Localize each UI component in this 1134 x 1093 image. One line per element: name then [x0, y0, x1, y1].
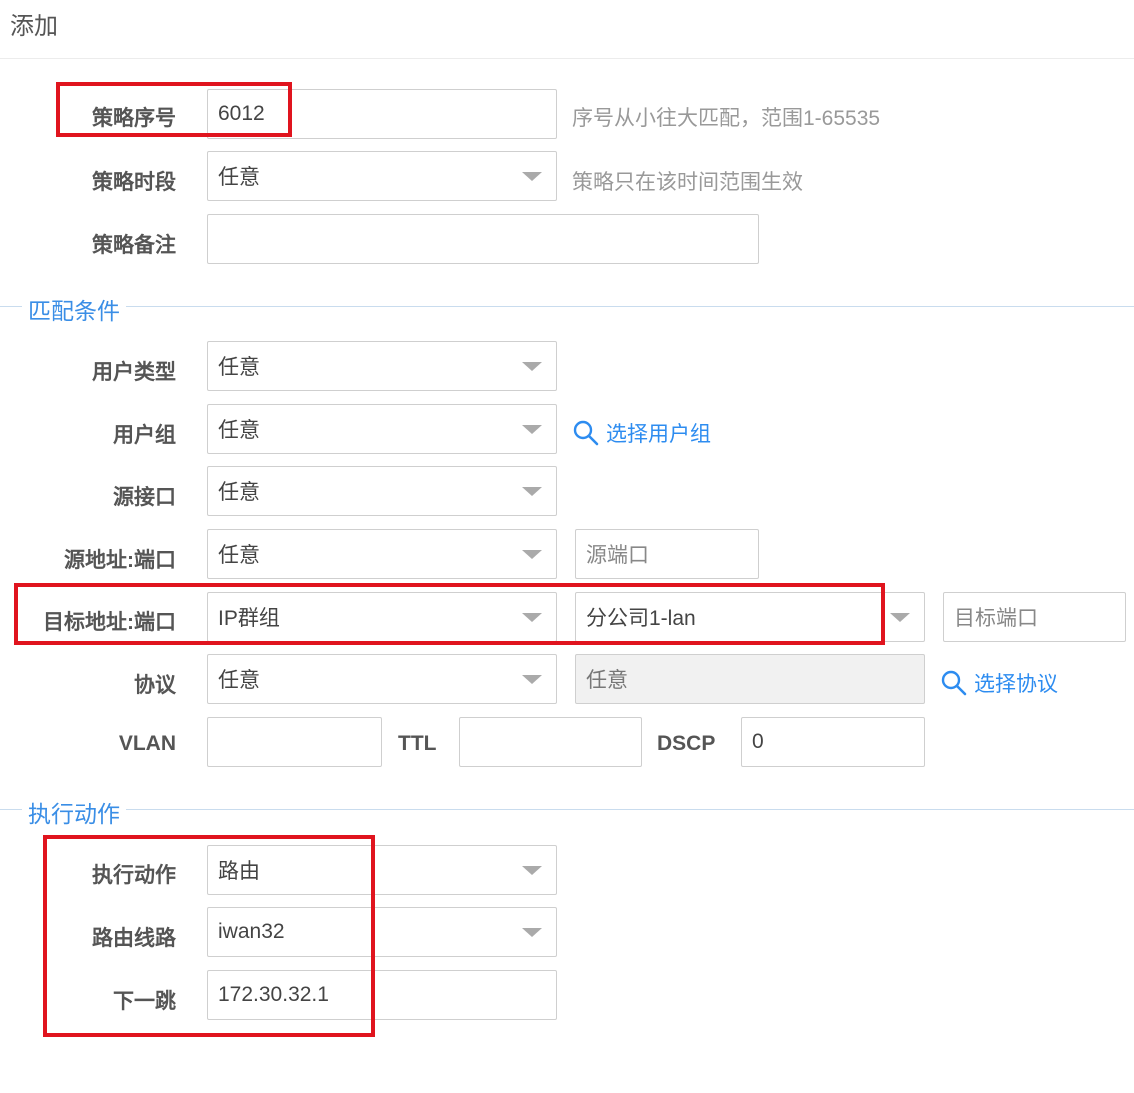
caret-down-icon [522, 425, 542, 434]
user-type-value: 任意 [218, 356, 260, 379]
policy-period-hint: 策略只在该时间范围生效 [572, 171, 803, 194]
protocol-label: 协议 [134, 674, 176, 697]
user-group-select[interactable]: 任意 [207, 404, 557, 454]
highlight-box-action [43, 835, 375, 1037]
protocol-detail-value: 任意 [586, 669, 628, 692]
dscp-label: DSCP [657, 732, 716, 755]
caret-down-icon [522, 172, 542, 181]
user-type-select[interactable]: 任意 [207, 341, 557, 391]
policy-period-label: 策略时段 [92, 171, 176, 194]
policy-remark-label: 策略备注 [92, 234, 176, 257]
dscp-value: 0 [752, 730, 764, 753]
src-addr-select[interactable]: 任意 [207, 529, 557, 579]
caret-down-icon [522, 487, 542, 496]
src-port-placeholder: 源端口 [586, 544, 649, 567]
caret-down-icon [522, 550, 542, 559]
match-section-divider [0, 306, 1134, 307]
caret-down-icon [522, 675, 542, 684]
vlan-input[interactable] [207, 717, 382, 767]
ttl-label: TTL [398, 732, 437, 755]
caret-down-icon [522, 866, 542, 875]
action-section-title: 执行动作 [22, 795, 126, 829]
highlight-box-dst-addr [14, 583, 885, 645]
action-section-divider [0, 809, 1134, 810]
dst-port-input[interactable]: 目标端口 [943, 592, 1126, 642]
protocol-detail-input: 任意 [575, 654, 925, 704]
user-group-label: 用户组 [113, 424, 176, 447]
user-type-label: 用户类型 [92, 361, 176, 384]
magnifier-icon [573, 420, 599, 446]
caret-down-icon [890, 613, 910, 622]
src-iface-value: 任意 [218, 481, 260, 504]
src-iface-select[interactable]: 任意 [207, 466, 557, 516]
dscp-input[interactable]: 0 [741, 717, 925, 767]
policy-period-value: 任意 [218, 166, 260, 189]
src-addr-label: 源地址:端口 [64, 549, 176, 572]
match-section-title: 匹配条件 [22, 292, 126, 326]
select-user-group-text: 选择用户组 [606, 423, 711, 446]
ttl-input[interactable] [459, 717, 642, 767]
user-group-value: 任意 [218, 419, 260, 442]
policy-seq-hint: 序号从小往大匹配，范围1-65535 [572, 107, 881, 130]
dialog-title: 添加 [10, 13, 58, 40]
src-port-input[interactable]: 源端口 [575, 529, 759, 579]
protocol-select[interactable]: 任意 [207, 654, 557, 704]
policy-remark-input[interactable] [207, 214, 759, 264]
caret-down-icon [522, 362, 542, 371]
vlan-label: VLAN [118, 732, 176, 755]
select-protocol-link[interactable]: 选择协议 [940, 668, 1058, 698]
magnifier-icon [941, 670, 967, 696]
src-iface-label: 源接口 [113, 486, 176, 509]
protocol-value: 任意 [218, 669, 260, 692]
policy-period-select[interactable]: 任意 [207, 151, 557, 201]
caret-down-icon [522, 928, 542, 937]
header-divider [0, 58, 1134, 59]
dst-port-placeholder: 目标端口 [954, 607, 1038, 630]
select-protocol-text: 选择协议 [974, 673, 1058, 696]
select-user-group-link[interactable]: 选择用户组 [572, 418, 711, 448]
src-addr-value: 任意 [218, 544, 260, 567]
highlight-box-policy-seq [56, 82, 292, 137]
